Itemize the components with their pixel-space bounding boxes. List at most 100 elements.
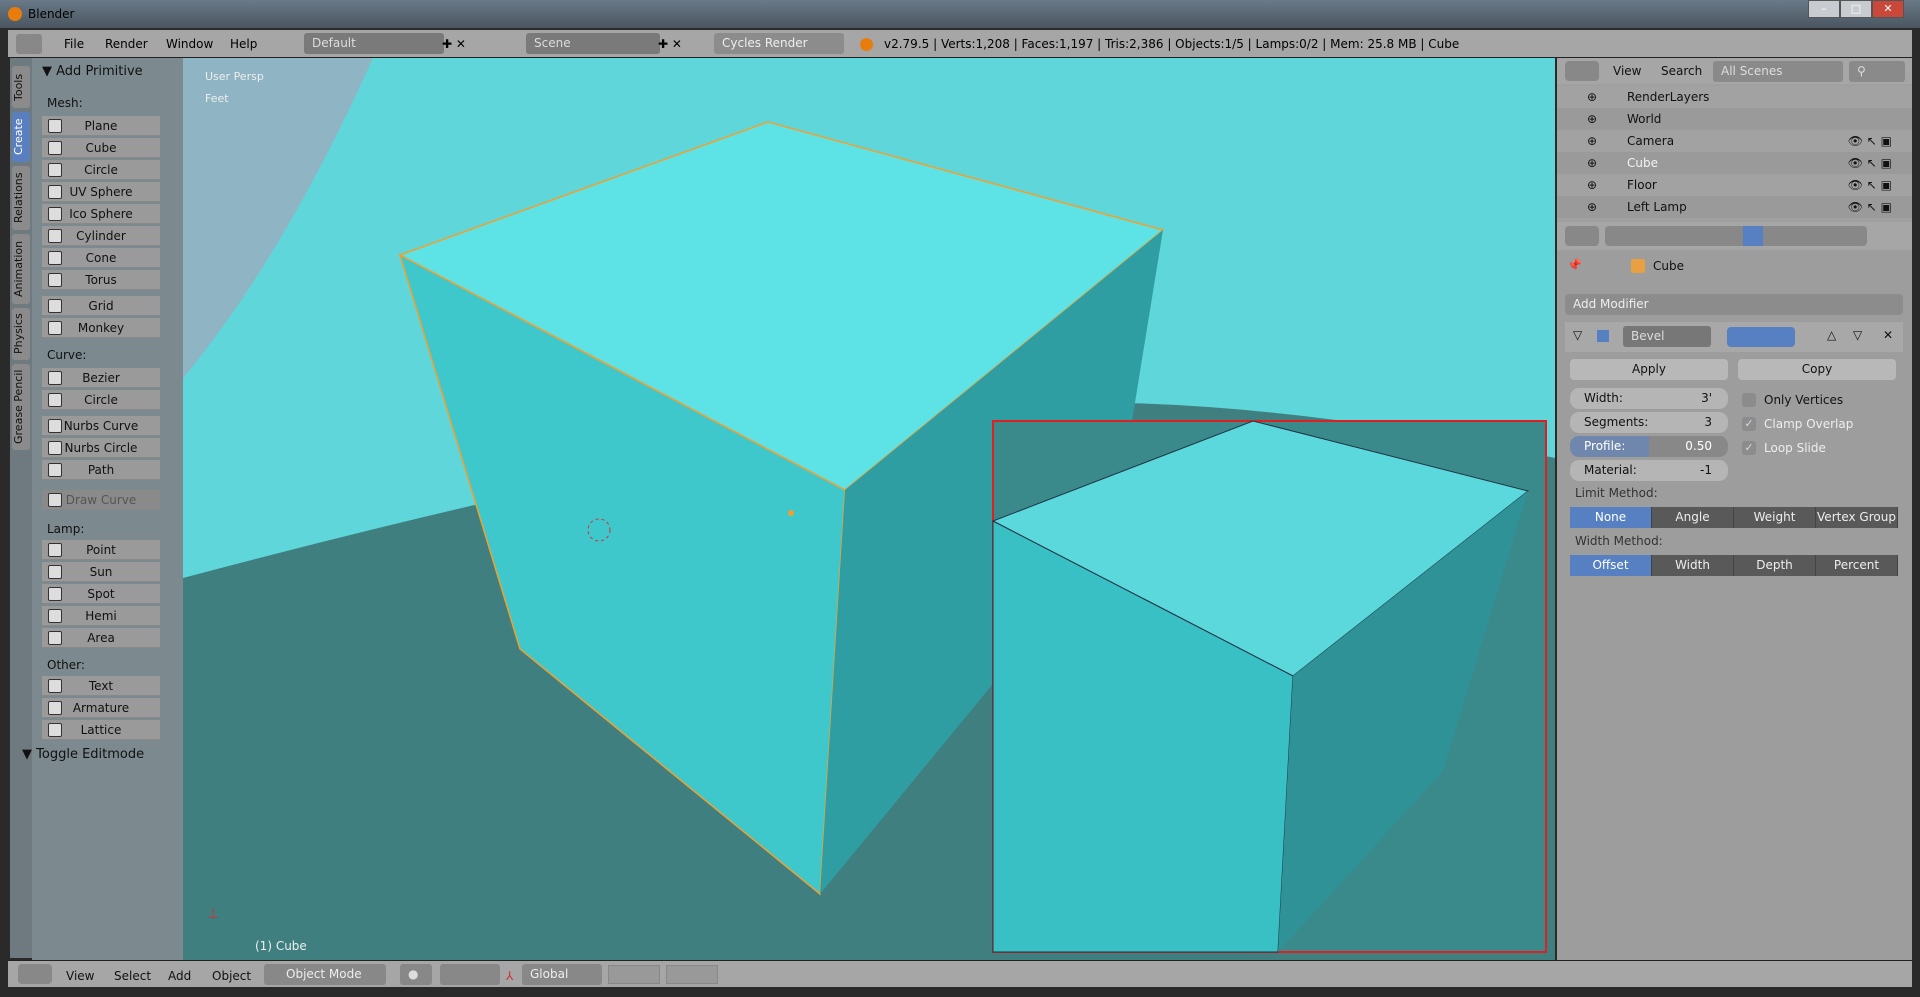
scene-field[interactable]: Scene — [526, 33, 660, 54]
minimize-button[interactable]: – — [1808, 0, 1840, 18]
clamp-overlap-checkbox[interactable]: ✓ — [1742, 417, 1756, 431]
add-mesh-item[interactable]: Cube — [42, 138, 160, 158]
pivot-select[interactable] — [440, 964, 500, 985]
add-mesh-item[interactable]: Monkey — [42, 318, 160, 338]
outliner-search-menu[interactable]: Search — [1661, 64, 1702, 78]
add-lamp-item[interactable]: Area — [42, 628, 160, 648]
add-lamp-item[interactable]: Sun — [42, 562, 160, 582]
outliner-row[interactable]: ⊕ Cube 👁 ↖ ▣ — [1557, 152, 1912, 174]
snap-render-tools[interactable] — [728, 965, 898, 984]
expand-icon[interactable]: ⊕ — [1587, 86, 1597, 108]
limit-option[interactable]: Angle — [1652, 507, 1734, 528]
menu-add[interactable]: Add — [168, 969, 191, 983]
loop-slide-checkbox[interactable]: ✓ — [1742, 441, 1756, 455]
width-method-option[interactable]: Width — [1652, 555, 1734, 576]
context-tabs[interactable] — [1605, 226, 1867, 246]
add-mesh-item[interactable]: Grid — [42, 296, 160, 316]
width-method-option[interactable]: Percent — [1816, 555, 1898, 576]
orientation-select[interactable]: Global — [522, 964, 602, 985]
modifier-tab-wrench-icon[interactable] — [1743, 226, 1763, 246]
add-other-item[interactable]: Text — [42, 676, 160, 696]
outliner-editor-icon[interactable] — [1565, 61, 1599, 81]
add-lamp-item[interactable]: Hemi — [42, 606, 160, 626]
expand-icon[interactable]: ⊕ — [1587, 152, 1597, 174]
add-curve-item[interactable]: Nurbs Curve — [42, 416, 160, 436]
tab-relations[interactable]: Relations — [12, 166, 30, 230]
outliner-row[interactable]: ⊕ RenderLayers — [1557, 86, 1912, 108]
tab-grease-pencil[interactable]: Grease Pencil — [12, 364, 30, 450]
modifier-visibility-toggles[interactable] — [1727, 327, 1795, 347]
display-filter-select[interactable]: All Scenes — [1713, 61, 1843, 82]
remove-modifier-icon[interactable]: ✕ — [1883, 328, 1893, 342]
menu-render[interactable]: Render — [105, 37, 148, 51]
add-lamp-item[interactable]: Spot — [42, 584, 160, 604]
close-button[interactable]: ✕ — [1872, 0, 1904, 18]
pin-icon[interactable]: 📌 — [1567, 258, 1582, 272]
outliner-view-menu[interactable]: View — [1613, 64, 1641, 78]
add-mesh-item[interactable]: Circle — [42, 160, 160, 180]
tab-create[interactable]: Create — [12, 112, 30, 162]
width-method-option[interactable]: Depth — [1734, 555, 1816, 576]
visibility-icons[interactable]: 👁 ↖ ▣ — [1848, 152, 1892, 174]
menu-select[interactable]: Select — [114, 969, 151, 983]
width-field[interactable]: Width: 3' — [1570, 388, 1728, 409]
add-mesh-item[interactable]: Cylinder — [42, 226, 160, 246]
modifier-name-field[interactable]: Bevel — [1623, 326, 1711, 347]
manipulator-icon[interactable]: ⅄ — [506, 969, 513, 983]
add-mesh-item[interactable]: UV Sphere — [42, 182, 160, 202]
editor-type-icon[interactable] — [18, 964, 52, 984]
render-engine-select[interactable]: Cycles Render — [714, 33, 844, 54]
width-method-option[interactable]: Offset — [1570, 555, 1652, 576]
expand-icon[interactable]: ⊕ — [1587, 130, 1597, 152]
add-mesh-item[interactable]: Torus — [42, 270, 160, 290]
move-up-icon[interactable]: △ — [1827, 328, 1836, 342]
layers-grid[interactable] — [608, 965, 660, 984]
add-curve-item[interactable]: Draw Curve — [42, 490, 160, 510]
tab-tools[interactable]: Tools — [12, 66, 30, 108]
expand-icon[interactable]: ⊕ — [1587, 174, 1597, 196]
only-vertices-checkbox[interactable] — [1742, 393, 1756, 407]
add-modifier-select[interactable]: Add Modifier — [1565, 294, 1903, 315]
material-field[interactable]: Material: -1 — [1570, 460, 1728, 481]
apply-button[interactable]: Apply — [1570, 359, 1728, 380]
move-down-icon[interactable]: ▽ — [1853, 328, 1862, 342]
add-curve-item[interactable]: Bezier — [42, 368, 160, 388]
add-other-item[interactable]: Armature — [42, 698, 160, 718]
add-curve-item[interactable]: Circle — [42, 390, 160, 410]
outliner-row[interactable]: ⊕ Left Lamp 👁 ↖ ▣ — [1557, 196, 1912, 218]
screen-layout-field[interactable]: Default — [304, 33, 444, 54]
add-mesh-item[interactable]: Plane — [42, 116, 160, 136]
outliner-row[interactable]: ⊕ World — [1557, 108, 1912, 130]
add-primitive-panel-header[interactable]: ▼ Add Primitive — [42, 64, 143, 79]
limit-option[interactable]: None — [1570, 507, 1652, 528]
mode-select[interactable]: Object Mode — [264, 964, 386, 985]
outliner-row[interactable]: ⊕ Camera 👁 ↖ ▣ — [1557, 130, 1912, 152]
menu-window[interactable]: Window — [166, 37, 213, 51]
tab-physics[interactable]: Physics — [12, 308, 30, 360]
add-other-item[interactable]: Lattice — [42, 720, 160, 740]
limit-option[interactable]: Vertex Group — [1816, 507, 1898, 528]
expand-icon[interactable]: ⊕ — [1587, 196, 1597, 218]
shading-select[interactable]: ● — [400, 964, 432, 985]
tab-animation[interactable]: Animation — [12, 234, 30, 304]
add-mesh-item[interactable]: Ico Sphere — [42, 204, 160, 224]
add-lamp-item[interactable]: Point — [42, 540, 160, 560]
visibility-icons[interactable]: 👁 ↖ ▣ — [1848, 130, 1892, 152]
add-screen-icon[interactable]: ✚ ✕ — [442, 37, 466, 51]
layers-grid-2[interactable] — [666, 965, 718, 984]
menu-object[interactable]: Object — [212, 969, 251, 983]
menu-help[interactable]: Help — [230, 37, 257, 51]
add-scene-icon[interactable]: ✚ ✕ — [658, 37, 682, 51]
properties-editor-icon[interactable] — [1565, 226, 1599, 246]
profile-slider[interactable]: Profile: 0.50 — [1570, 436, 1728, 457]
limit-option[interactable]: Weight — [1734, 507, 1816, 528]
add-mesh-item[interactable]: Cone — [42, 248, 160, 268]
add-curve-item[interactable]: Path — [42, 460, 160, 480]
add-curve-item[interactable]: Nurbs Circle — [42, 438, 160, 458]
menu-view[interactable]: View — [66, 969, 94, 983]
visibility-icons[interactable]: 👁 ↖ ▣ — [1848, 174, 1892, 196]
toggle-editmode-panel-header[interactable]: ▼ Toggle Editmode — [22, 747, 144, 762]
maximize-button[interactable]: □ — [1840, 0, 1872, 18]
search-field[interactable]: ⚲ — [1849, 61, 1905, 82]
menu-file[interactable]: File — [64, 37, 84, 51]
